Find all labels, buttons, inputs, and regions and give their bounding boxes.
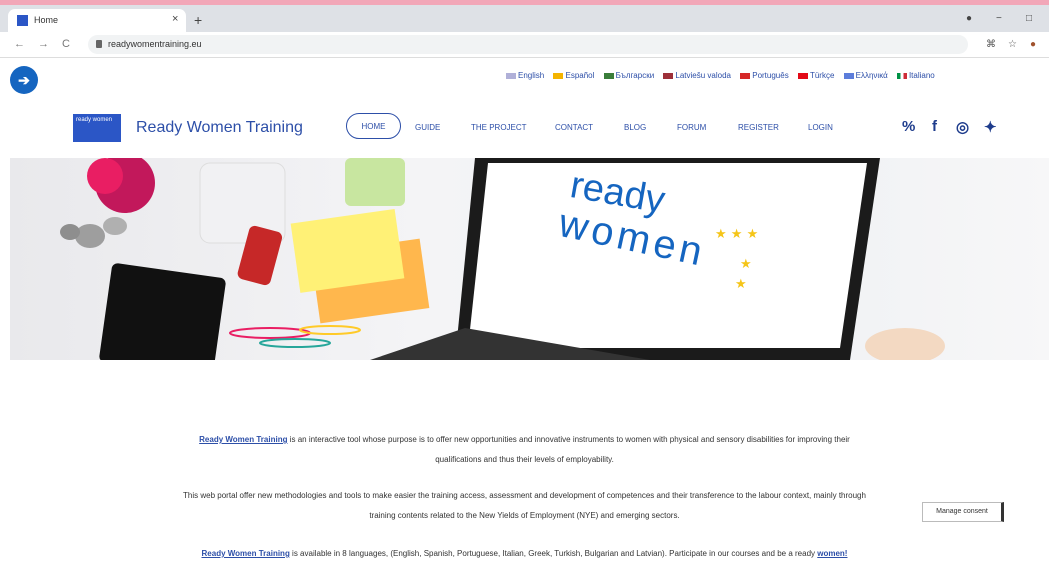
web-page: ★ ★ ★ ★ ★ ready women ➔ English Español … [0, 58, 1049, 574]
reload-button[interactable]: C [62, 38, 70, 50]
lang-italian[interactable]: Italiano [896, 71, 935, 80]
nav-guide[interactable]: GUIDE [415, 123, 440, 132]
lang-bulgarian[interactable]: Български [603, 71, 654, 80]
lang-greek[interactable]: Ελληνικά [843, 71, 888, 80]
ready-women-training-link-2[interactable]: Ready Women Training [202, 549, 290, 558]
intro-text-2: qualifications and thus their levels of … [435, 455, 614, 464]
forward-button[interactable]: → [38, 38, 49, 50]
url-text: readywomentraining.eu [108, 39, 202, 49]
lang-latvian[interactable]: Latviešu valoda [663, 71, 731, 80]
profile-icon[interactable]: ● [966, 13, 972, 24]
lang-spanish[interactable]: Español [553, 71, 594, 80]
bookmark-star-icon[interactable]: ☆ [1008, 39, 1017, 50]
tab-title: Home [34, 15, 59, 25]
facebook-icon[interactable]: f [932, 118, 937, 135]
browser-tabstrip: Home × + ● − □ [0, 5, 1049, 32]
address-bar-row: ← → C readywomentraining.eu ⌘ ☆ ● [0, 32, 1049, 58]
minimize-button[interactable]: − [996, 13, 1002, 24]
instagram-icon[interactable]: ◎ [956, 118, 969, 136]
site-title[interactable]: Ready Women Training [136, 119, 303, 137]
nav-register[interactable]: REGISTER [738, 123, 779, 132]
hero-banner: ★ ★ ★ ★ ★ ready women [10, 158, 1049, 360]
hero-illustration: ★ ★ ★ ★ ★ [60, 158, 945, 360]
portal-text: This web portal offer new methodologies … [183, 491, 866, 500]
nav-home[interactable]: HOME [346, 113, 401, 139]
intro-paragraph: Ready Women Training is an interactive t… [0, 430, 1049, 470]
nav-blog[interactable]: BLOG [624, 123, 646, 132]
svg-text:★ ★ ★: ★ ★ ★ [715, 227, 758, 242]
back-button[interactable]: ← [14, 38, 25, 50]
lang-english[interactable]: English [506, 71, 544, 80]
nav-the-project[interactable]: THE PROJECT [471, 123, 527, 132]
nav-contact[interactable]: CONTACT [555, 123, 593, 132]
translate-icon[interactable]: ⌘ [986, 39, 996, 50]
intro-text: is an interactive tool whose purpose is … [287, 435, 850, 444]
manage-consent-button[interactable]: Manage consent [922, 502, 1004, 522]
maximize-button[interactable]: □ [1026, 13, 1032, 24]
site-favicon-icon [17, 15, 28, 26]
extension-icon[interactable]: ● [1030, 39, 1036, 50]
browser-tab[interactable]: Home × [8, 9, 186, 32]
portal-paragraph: This web portal offer new methodologies … [0, 486, 1049, 526]
twitter-icon[interactable]: ✦ [984, 118, 997, 136]
tab-close-icon[interactable]: × [172, 13, 178, 25]
language-selector: English Español Български Latviešu valod… [506, 71, 942, 80]
lang-turkish[interactable]: Türkçe [797, 71, 834, 80]
ready-women-link[interactable]: women! [817, 549, 847, 558]
site-logo[interactable]: ready women [73, 114, 121, 142]
languages-text: is available in 8 languages, (English, S… [289, 549, 818, 558]
accessibility-icon[interactable]: ➔ [10, 66, 38, 94]
new-tab-button[interactable]: + [194, 12, 202, 28]
svg-text:★: ★ [735, 277, 747, 292]
share-icon[interactable]: % [902, 118, 915, 135]
portal-text-2: training contents related to the New Yie… [369, 511, 680, 520]
lock-icon [96, 40, 102, 48]
ready-women-training-link[interactable]: Ready Women Training [199, 435, 287, 444]
languages-paragraph: Ready Women Training is available in 8 l… [0, 544, 1049, 564]
lang-portuguese[interactable]: Português [740, 71, 789, 80]
svg-text:★: ★ [740, 257, 752, 272]
url-field[interactable]: readywomentraining.eu [88, 35, 968, 54]
nav-forum[interactable]: FORUM [677, 123, 706, 132]
nav-login[interactable]: LOGIN [808, 123, 833, 132]
site-header: ➔ English Español Български Latviešu val… [0, 58, 1049, 158]
